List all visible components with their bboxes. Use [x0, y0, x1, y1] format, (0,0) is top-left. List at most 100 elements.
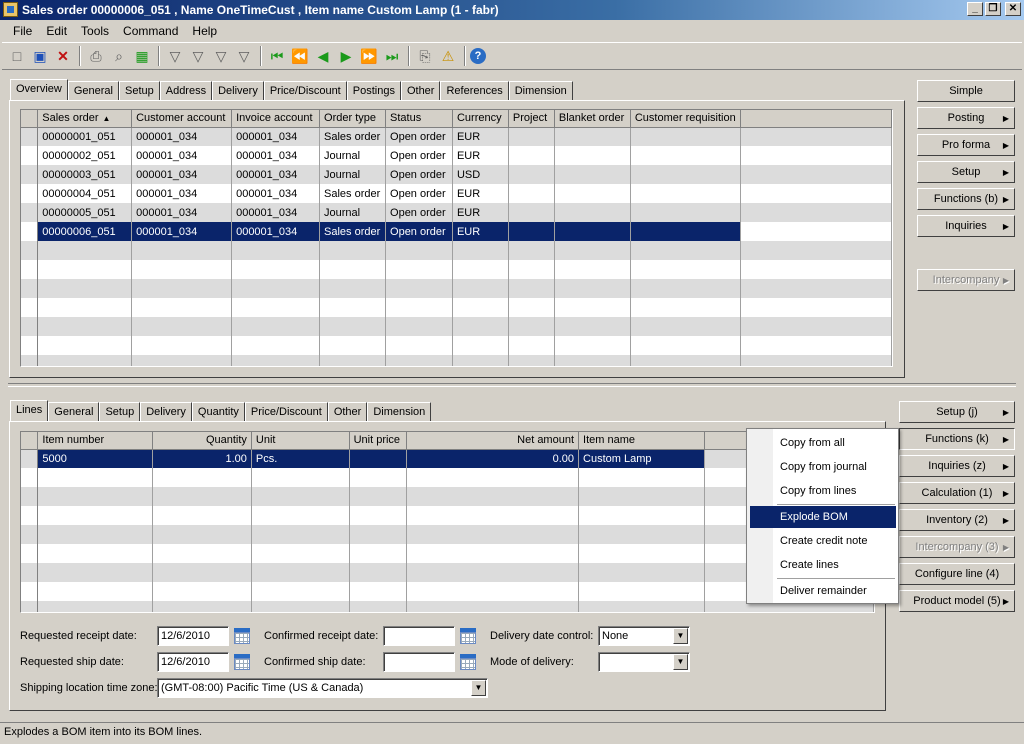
row-selector[interactable] — [21, 317, 39, 336]
row-selector[interactable] — [21, 506, 39, 525]
grid-cell[interactable] — [349, 449, 407, 468]
requested-ship-date-field[interactable]: 12/6/2010 — [157, 652, 229, 672]
col-blanket-order[interactable]: Blanket order — [554, 110, 631, 128]
product-model-button[interactable]: Product model (5) ▶ — [899, 590, 1015, 612]
tab-lines[interactable]: Lines — [10, 400, 49, 421]
grid-cell[interactable] — [508, 222, 555, 241]
print-preview-icon[interactable]: ⌕ — [108, 45, 130, 67]
dropdown-arrow-icon[interactable]: ▼ — [673, 628, 688, 644]
grid-cell[interactable]: Open order — [385, 203, 453, 222]
grid-cell[interactable]: 000001_034 — [231, 184, 321, 203]
simple-button[interactable]: Simple — [917, 80, 1015, 102]
previous-page-icon[interactable]: ⏪ — [289, 45, 311, 67]
row-selector[interactable] — [21, 222, 39, 241]
document-handling-icon[interactable]: ⎘ — [414, 45, 436, 67]
functions-button[interactable]: Functions (b) ▶ — [917, 188, 1015, 210]
calendar-icon[interactable] — [234, 628, 250, 644]
confirmed-ship-date-field[interactable] — [383, 652, 455, 672]
grid-cell[interactable]: USD — [452, 165, 509, 184]
row-selector[interactable] — [21, 525, 39, 544]
help-icon[interactable]: ? — [470, 48, 486, 64]
delivery-date-control-select[interactable]: None ▼ — [598, 626, 690, 646]
next-record-icon[interactable]: ▶ — [335, 45, 357, 67]
shipping-tz-select[interactable]: (GMT-08:00) Pacific Time (US & Canada) ▼ — [157, 678, 488, 698]
col-sales-order[interactable]: Sales order ▲ — [37, 110, 133, 128]
grid-cell[interactable]: 00000004_051 — [37, 184, 133, 203]
menu-file[interactable]: File — [6, 21, 39, 41]
grid-cell[interactable]: Journal — [319, 165, 387, 184]
grid-cell[interactable]: 000001_034 — [231, 222, 321, 241]
grid-cell[interactable] — [554, 127, 631, 146]
grid-cell[interactable]: 000001_034 — [231, 146, 321, 165]
row-selector[interactable] — [21, 203, 39, 222]
grid-cell[interactable] — [554, 146, 631, 165]
grid-cell[interactable]: 5000 — [37, 449, 154, 468]
tab-delivery[interactable]: Delivery — [212, 81, 264, 100]
filter-icon[interactable]: ▽ — [164, 45, 186, 67]
close-button[interactable]: ✕ — [1005, 2, 1021, 16]
grid-cell[interactable] — [630, 203, 741, 222]
grid-cell[interactable]: 000001_034 — [131, 203, 233, 222]
grid-cell[interactable]: Pcs. — [251, 449, 350, 468]
grid-cell[interactable]: 000001_034 — [231, 165, 321, 184]
col-unit[interactable]: Unit — [251, 432, 350, 450]
grid-cell[interactable] — [554, 222, 631, 241]
grid-cell[interactable] — [630, 165, 741, 184]
grid-cell[interactable]: Sales order — [319, 222, 387, 241]
col-order-type[interactable]: Order type — [319, 110, 387, 128]
grid-cell[interactable] — [508, 165, 555, 184]
pane-splitter[interactable] — [8, 383, 1016, 387]
grid-cell[interactable]: Custom Lamp — [578, 449, 705, 468]
tab-lines-general[interactable]: General — [48, 402, 100, 421]
row-selector[interactable] — [21, 127, 39, 146]
lines-inventory-button[interactable]: Inventory (2) ▶ — [899, 509, 1015, 531]
grid-cell[interactable]: 000001_034 — [231, 127, 321, 146]
print-icon[interactable]: ⎙ — [85, 45, 107, 67]
menu-create-lines[interactable]: Create lines — [750, 554, 896, 576]
first-record-icon[interactable]: ⏮ — [266, 45, 288, 67]
maximize-button[interactable]: ❒ — [985, 2, 1001, 16]
tab-address[interactable]: Address — [159, 81, 213, 100]
grid-cell[interactable] — [630, 146, 741, 165]
row-selector[interactable] — [21, 355, 39, 366]
order-row[interactable]: 00000003_051 000001_034 000001_034 Journal O… — [21, 165, 892, 184]
order-row[interactable]: 00000004_051 000001_034 000001_034 Sales or… — [21, 184, 892, 203]
col-unit-price[interactable]: Unit price — [349, 432, 407, 450]
row-selector[interactable] — [21, 601, 39, 612]
grid-cell[interactable]: Open order — [385, 165, 453, 184]
posting-button[interactable]: Posting ▶ — [917, 107, 1015, 129]
save-icon[interactable]: ▣ — [29, 45, 51, 67]
grid-cell[interactable]: Sales order — [319, 184, 387, 203]
order-row[interactable]: 00000002_051 000001_034 000001_034 Journal O… — [21, 146, 892, 165]
col-item-name[interactable]: Item name — [578, 432, 705, 450]
dropdown-arrow-icon[interactable]: ▼ — [673, 654, 688, 670]
grid-cell[interactable]: 000001_034 — [131, 184, 233, 203]
grid-cell[interactable]: Sales order — [319, 127, 387, 146]
grid-cell[interactable]: EUR — [452, 146, 509, 165]
grid-cell[interactable]: 00000005_051 — [37, 203, 133, 222]
grid-cell[interactable] — [630, 222, 741, 241]
order-row[interactable]: 00000001_051 000001_034 000001_034 Sales or… — [21, 127, 892, 146]
tab-lines-dimension[interactable]: Dimension — [367, 402, 432, 421]
grid-cell[interactable]: EUR — [452, 203, 509, 222]
row-selector[interactable] — [21, 449, 39, 468]
tab-lines-setup[interactable]: Setup — [99, 402, 141, 421]
grid-cell[interactable]: 000001_034 — [231, 203, 321, 222]
excel-export-icon[interactable]: ▦ — [131, 45, 153, 67]
setup-button[interactable]: Setup ▶ — [917, 161, 1015, 183]
grid-cell[interactable]: 000001_034 — [131, 222, 233, 241]
grid-cell[interactable]: 00000006_051 — [37, 222, 133, 241]
configure-line-button[interactable]: Configure line (4) — [899, 563, 1015, 585]
grid-cell[interactable] — [630, 127, 741, 146]
grid-cell[interactable]: Open order — [385, 184, 453, 203]
grid-cell[interactable] — [508, 127, 555, 146]
grid-cell[interactable]: Open order — [385, 146, 453, 165]
tab-overview[interactable]: Overview — [10, 79, 68, 100]
col-customer-requisition[interactable]: Customer requisition — [630, 110, 741, 128]
grid-cell[interactable]: Open order — [385, 222, 453, 241]
grid-cell[interactable]: 000001_034 — [131, 165, 233, 184]
col-customer-account[interactable]: Customer account — [131, 110, 233, 128]
grid-cell[interactable] — [508, 146, 555, 165]
last-record-icon[interactable]: ⏭ — [381, 45, 403, 67]
grid-cell[interactable] — [508, 203, 555, 222]
